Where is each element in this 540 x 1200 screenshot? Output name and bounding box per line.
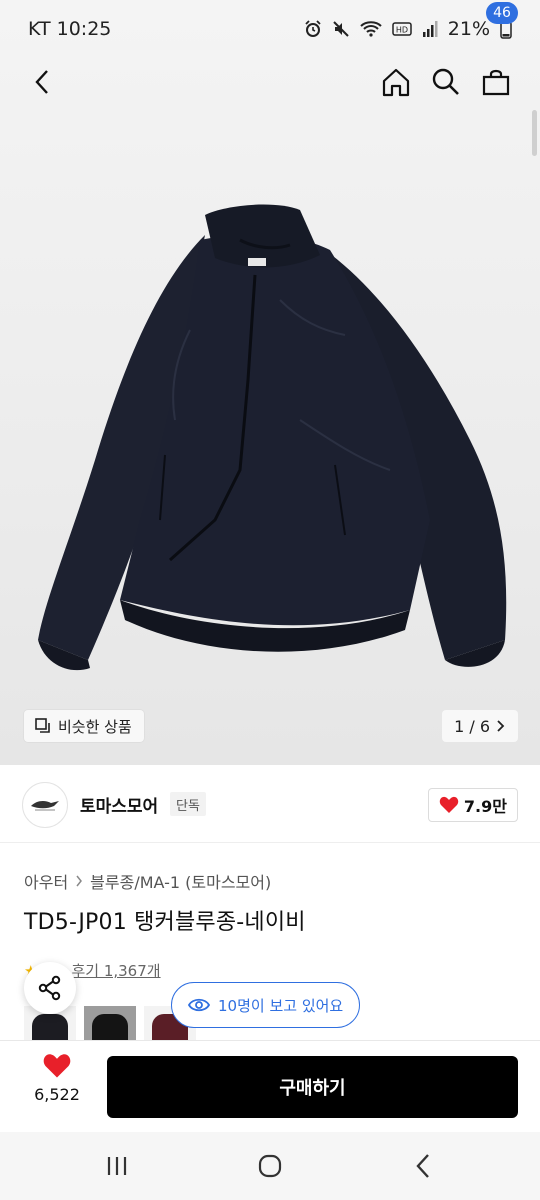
brand-row[interactable]: 토마스모어 단독 7.9만	[0, 778, 540, 834]
product-image[interactable]: 비슷한 상품 1 / 6	[0, 0, 540, 765]
home-button[interactable]	[378, 64, 414, 100]
similar-products-label: 비슷한 상품	[58, 717, 132, 736]
buy-button[interactable]: 구매하기	[107, 1056, 518, 1118]
home-circle-icon	[258, 1154, 282, 1178]
scroll-indicator	[532, 110, 537, 156]
breadcrumb-category[interactable]: 아우터	[24, 869, 68, 893]
cart-count-badge: 46	[486, 2, 518, 24]
carrier-time: KT 10:25	[28, 18, 112, 40]
search-button[interactable]	[428, 64, 464, 100]
viewers-indicator: 10명이 보고 있어요	[171, 982, 361, 1028]
thumb-jacket-1	[32, 1014, 68, 1040]
thumb-jacket-2	[92, 1014, 128, 1040]
product-title: TD5-JP01 탱커블루종-네이비	[24, 910, 306, 935]
color-thumb-2[interactable]	[84, 1006, 136, 1040]
status-bar: KT 10:25 HD 21%	[0, 0, 540, 58]
recent-apps-icon	[107, 1157, 126, 1175]
review-count-link[interactable]: 후기 1,367개	[71, 960, 160, 981]
status-icons: HD 21%	[304, 18, 512, 40]
share-icon	[38, 975, 61, 1001]
brand-like-count: 7.9만	[463, 797, 507, 816]
cart-bag-icon	[482, 69, 510, 96]
back-arrow-icon	[35, 70, 48, 94]
brand-logo[interactable]	[22, 782, 68, 828]
system-nav-bar	[0, 1132, 540, 1200]
top-header	[0, 58, 540, 106]
alarm-icon	[305, 20, 321, 37]
brand-like-button[interactable]: 7.9만	[427, 788, 518, 822]
brand-logo-mark	[31, 801, 59, 811]
hd-icon: HD	[392, 22, 412, 36]
eye-icon	[188, 998, 210, 1012]
similar-products-button[interactable]: 비슷한 상품	[24, 710, 144, 742]
chevron-right-icon	[497, 720, 505, 732]
home-nav-button[interactable]	[240, 1141, 300, 1191]
signal-icon	[422, 21, 438, 37]
share-button[interactable]	[24, 962, 76, 1014]
back-nav-icon	[416, 1154, 430, 1178]
search-icon	[432, 68, 459, 95]
svg-text:HD: HD	[396, 26, 408, 35]
back-nav-button[interactable]	[393, 1141, 453, 1191]
breadcrumb-chevron-icon	[76, 875, 83, 887]
copy-icon	[35, 718, 50, 733]
wifi-icon	[360, 21, 382, 37]
breadcrumb: 아우터 블루종/MA-1 (토마스모어)	[24, 869, 271, 893]
mute-icon	[333, 21, 349, 37]
heart-icon	[439, 796, 459, 813]
viewers-text: 10명이 보고 있어요	[218, 996, 344, 1015]
back-button[interactable]	[24, 64, 60, 100]
brand-name[interactable]: 토마스모어	[80, 792, 158, 817]
wishlist-button[interactable]: 6,522	[22, 1053, 92, 1123]
breadcrumb-subcategory[interactable]: 블루종/MA-1 (토마스모어)	[90, 869, 271, 893]
cart-button[interactable]	[478, 64, 514, 100]
recent-apps-button[interactable]	[87, 1141, 147, 1191]
heart-filled-icon	[43, 1054, 71, 1078]
pager-text: 1 / 6	[454, 716, 490, 736]
wishlist-count: 6,522	[34, 1085, 80, 1104]
battery-percent: 21%	[447, 18, 490, 40]
image-pager[interactable]: 1 / 6	[442, 710, 518, 742]
jacket-photo	[38, 204, 507, 671]
purchase-bar: 6,522 구매하기	[0, 1040, 540, 1132]
exclusive-badge: 단독	[170, 792, 206, 816]
section-divider	[0, 842, 540, 843]
home-icon	[382, 68, 410, 97]
